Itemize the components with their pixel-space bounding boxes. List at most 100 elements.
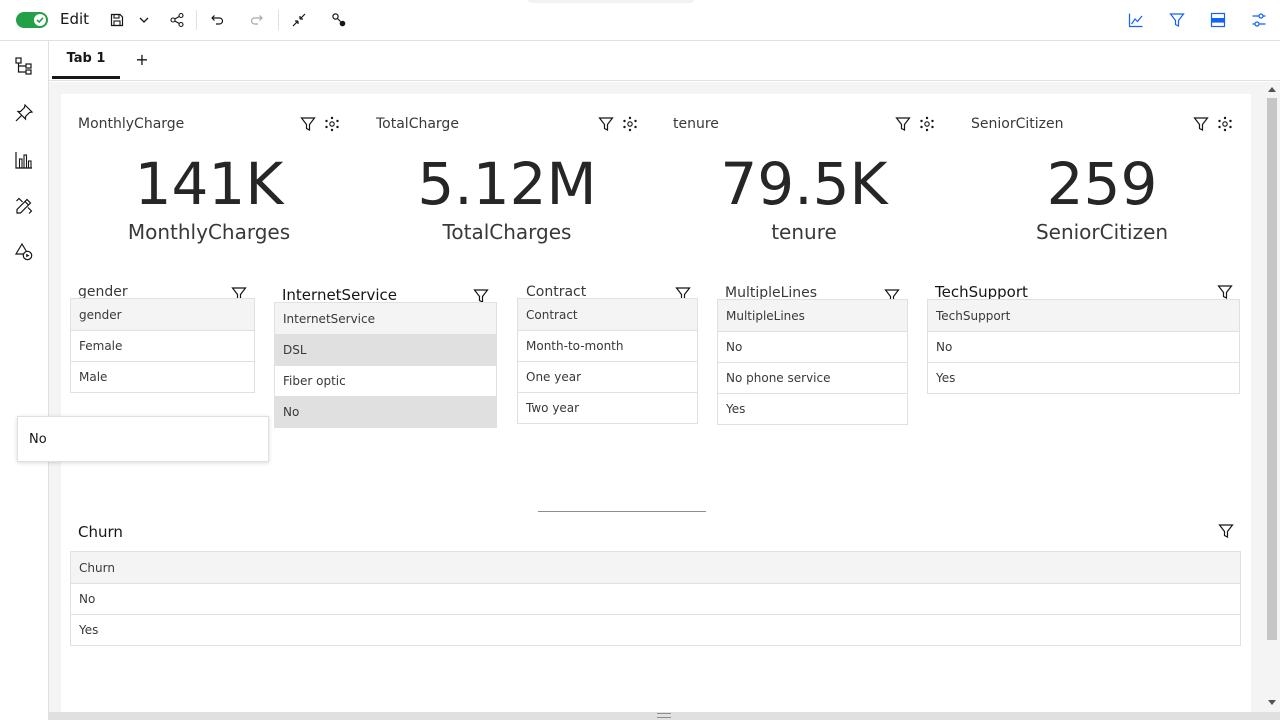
splitter-grip-icon[interactable] (657, 713, 671, 718)
list-techsupport: TechSupport No Yes (927, 299, 1240, 394)
undo-button[interactable] (208, 8, 226, 32)
redo-button[interactable] (248, 8, 266, 32)
filter-icon[interactable] (1217, 284, 1233, 300)
pin-button[interactable] (13, 102, 35, 124)
list-item[interactable]: No phone service (718, 362, 907, 393)
list-item[interactable]: No (718, 331, 907, 362)
list-item[interactable]: Yes (718, 393, 907, 424)
list-header: MultipleLines (718, 300, 907, 331)
kpi-label-seniorcitizen: SeniorCitizen (1035, 220, 1169, 244)
list-item[interactable]: Male (71, 361, 254, 392)
list-item[interactable]: No (71, 583, 1240, 614)
widget-resize-divider[interactable] (538, 511, 706, 512)
filters-button[interactable] (1167, 8, 1187, 32)
list-header: InternetService (275, 303, 496, 334)
list-multiplelines: MultipleLines No No phone service Yes (717, 299, 908, 425)
list-item[interactable]: Female (71, 330, 254, 361)
edit-mode-label: Edit (60, 10, 90, 28)
shapes-icon (14, 242, 33, 261)
filter-icon[interactable] (895, 116, 911, 132)
kpi-value-tenure: 79.5K (720, 150, 888, 218)
data-panel-button[interactable] (1208, 8, 1228, 32)
dropdown-popup-option[interactable]: No (17, 416, 269, 462)
assets-button[interactable] (13, 195, 35, 217)
visualizations-button[interactable] (1126, 8, 1146, 32)
kpi-label-tenure: tenure (771, 220, 837, 244)
scroll-up-arrow[interactable] (1268, 87, 1276, 92)
kpi-title-totalcharge: TotalCharge (376, 116, 459, 132)
top-toolbar: Edit (0, 0, 1280, 41)
connections-icon[interactable] (324, 116, 340, 132)
list-item[interactable]: No (275, 396, 496, 427)
kpi-title-seniorcitizen: SeniorCitizen (971, 116, 1064, 132)
list-header: Contract (518, 299, 697, 330)
tab-bar: Tab 1 + (49, 41, 1280, 81)
list-item[interactable]: Two year (518, 392, 697, 423)
collapse-icon (292, 13, 306, 27)
kpi-title-monthlycharge: MonthlyCharge (78, 116, 185, 132)
visualizations-panel-button[interactable] (13, 149, 35, 171)
list-item[interactable]: No (928, 331, 1239, 362)
vertical-scrollbar[interactable] (1265, 82, 1280, 712)
list-header: TechSupport (928, 300, 1239, 331)
toggle-knob (34, 14, 46, 26)
list-contract: Contract Month-to-month One year Two yea… (517, 298, 698, 424)
kpi-value-totalcharges: 5.12M (417, 150, 597, 218)
list-title-churn: Churn (78, 523, 123, 541)
settings-sliders-icon (1252, 13, 1266, 27)
list-item[interactable]: One year (518, 361, 697, 392)
chart-line-icon (1128, 13, 1143, 28)
toolbar-separator (196, 10, 197, 30)
kpi-value-seniorcitizen: 259 (1046, 150, 1158, 218)
list-item[interactable]: Yes (71, 614, 1240, 645)
list-item[interactable]: Month-to-month (518, 330, 697, 361)
collapse-button[interactable] (290, 8, 308, 32)
bar-chart-icon (15, 152, 32, 169)
kpi-actions (1193, 116, 1233, 132)
pin-icon (15, 103, 34, 122)
toolbar-separator (278, 10, 279, 30)
filter-icon (1169, 13, 1185, 27)
list-item[interactable]: Fiber optic (275, 365, 496, 396)
top-drag-handle[interactable] (528, 0, 694, 3)
save-options-dropdown[interactable] (136, 8, 152, 32)
kpi-label-totalcharges: TotalCharges (442, 220, 572, 244)
scrollbar-thumb[interactable] (1267, 98, 1277, 640)
save-button[interactable] (108, 8, 126, 32)
list-item[interactable]: Yes (928, 362, 1239, 393)
kpi-actions (598, 116, 638, 132)
dashboard-board: MonthlyCharge 141K MonthlyCharges TotalC… (61, 94, 1251, 712)
connections-icon[interactable] (1217, 116, 1233, 132)
filter-icon[interactable] (300, 116, 316, 132)
edit-mode-toggle[interactable] (16, 12, 48, 28)
tab-1[interactable]: Tab 1 (52, 41, 120, 79)
list-header: gender (71, 299, 254, 330)
filter-icon[interactable] (598, 116, 614, 132)
connections-icon[interactable] (919, 116, 935, 132)
list-churn: Churn No Yes (70, 551, 1241, 646)
data-panel-icon (1210, 12, 1226, 28)
list-gender: gender Female Male (70, 298, 255, 393)
widgets-button[interactable] (13, 241, 35, 263)
kpi-actions (895, 116, 935, 132)
connect-icon (332, 13, 346, 27)
share-button[interactable] (168, 8, 186, 32)
list-header: Churn (71, 552, 1240, 583)
scroll-down-arrow[interactable] (1268, 700, 1276, 705)
dashboard-canvas: MonthlyCharge 141K MonthlyCharges TotalC… (49, 82, 1265, 712)
add-tab-button[interactable]: + (133, 50, 151, 69)
filter-icon[interactable] (1193, 116, 1209, 132)
kpi-actions (300, 116, 340, 132)
tree-icon (15, 57, 32, 75)
navigation-tree-button[interactable] (13, 55, 35, 77)
kpi-title-tenure: tenure (673, 116, 719, 132)
kpi-value-monthlycharges: 141K (134, 150, 284, 218)
save-icon (110, 13, 124, 27)
list-item[interactable]: DSL (275, 334, 496, 365)
properties-button[interactable] (1249, 8, 1269, 32)
kpi-label-monthlycharges: MonthlyCharges (127, 220, 291, 244)
left-sidebar (0, 41, 49, 720)
filter-icon[interactable] (1218, 523, 1234, 539)
connect-button[interactable] (330, 8, 348, 32)
connections-icon[interactable] (622, 116, 638, 132)
